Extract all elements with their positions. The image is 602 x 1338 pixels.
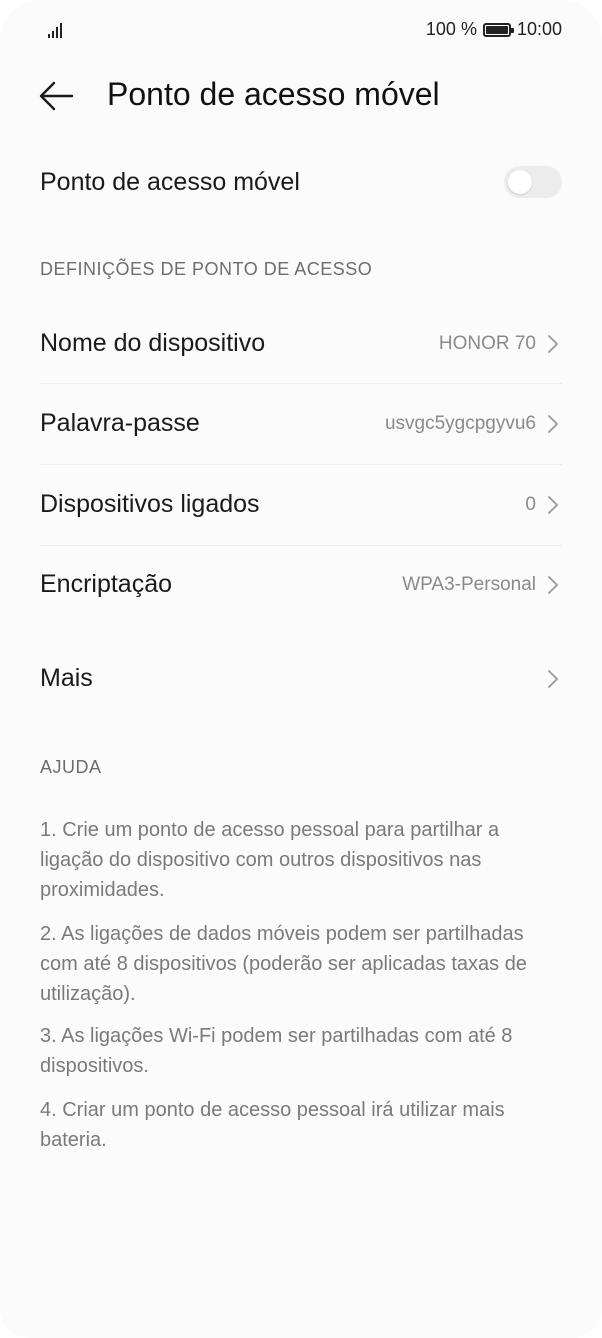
divider [40, 545, 562, 546]
connected-devices-row[interactable]: Dispositivos ligados 0 [40, 489, 562, 521]
chevron-right-icon [548, 335, 558, 353]
help-item-4: 4. Criar um ponto de acesso pessoal irá … [40, 1099, 505, 1151]
more-label: Mais [40, 664, 93, 692]
arrow-left-icon [39, 81, 74, 111]
divider [40, 383, 562, 384]
help-item-2: 2. As ligações de dados móveis podem ser… [40, 923, 527, 1005]
battery-icon [482, 22, 514, 37]
connected-devices-label: Dispositivos ligados [40, 490, 260, 518]
battery-percent: 100 % [425, 19, 477, 39]
device-name-row[interactable]: Nome do dispositivo HONOR 70 [40, 328, 562, 360]
password-row[interactable]: Palavra-passe usvgc5ygcpgyvu6 [40, 408, 562, 440]
encryption-row[interactable]: Encriptação WPA3-Personal [40, 569, 562, 601]
help-section-title: AJUDA [40, 757, 102, 777]
help-item-3: 3. As ligações Wi-Fi podem ser partilhad… [40, 1025, 513, 1077]
help-item-1: 1. Crie um ponto de acesso pessoal para … [40, 819, 500, 901]
device-name-label: Nome do dispositivo [40, 329, 266, 357]
chevron-right-icon [548, 496, 558, 514]
password-label: Palavra-passe [40, 409, 200, 437]
encryption-label: Encriptação [40, 570, 173, 598]
clock: 10:00 [516, 19, 562, 39]
phone-screen: 100 % 10:00 Ponto de acesso móvel Ponto … [0, 0, 602, 1338]
more-row[interactable]: Mais [40, 663, 562, 695]
encryption-value: WPA3-Personal [402, 574, 536, 595]
status-bar: 100 % 10:00 [0, 0, 602, 62]
chevron-right-icon [548, 576, 558, 594]
page-title: Ponto de acesso móvel [107, 76, 440, 112]
device-name-value: HONOR 70 [438, 333, 536, 354]
settings-section-title: DEFINIÇÕES DE PONTO DE ACESSO [40, 259, 373, 279]
hotspot-toggle-row[interactable]: Ponto de acesso móvel [40, 166, 562, 200]
hotspot-toggle-switch[interactable] [504, 166, 562, 198]
connected-devices-value: 0 [525, 494, 536, 515]
signal-icon [48, 22, 70, 38]
divider [40, 464, 562, 465]
app-header: Ponto de acesso móvel [0, 62, 602, 132]
status-right: 100 % 10:00 [426, 19, 562, 40]
toggle-knob [508, 170, 532, 194]
password-value: usvgc5ygcpgyvu6 [384, 413, 536, 434]
chevron-right-icon [548, 415, 558, 433]
hotspot-toggle-label: Ponto de acesso móvel [40, 168, 300, 196]
back-button[interactable] [36, 78, 76, 114]
chevron-right-icon [548, 670, 558, 688]
